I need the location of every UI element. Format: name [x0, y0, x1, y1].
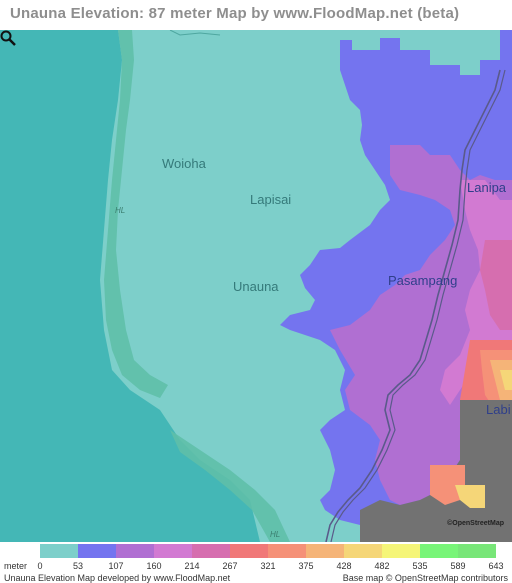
legend-swatch	[230, 544, 268, 558]
magnifier-icon[interactable]	[0, 30, 16, 46]
legend-tick: 589	[450, 561, 466, 571]
legend-swatch	[306, 544, 344, 558]
legend-unit: meter	[4, 561, 28, 571]
legend-tick: 321	[260, 561, 276, 571]
place-label-lapisai: Lapisai	[250, 192, 292, 207]
legend-tick: 107	[108, 561, 124, 571]
title-bar: Unauna Elevation: 87 meter Map by www.Fl…	[0, 0, 512, 30]
place-label-lanipa: Lanipa	[467, 180, 507, 195]
legend-tick: 53	[72, 561, 84, 571]
elevation-legend: meter 0 53 107 160 214 267 321 375 428 482 535 589 6…	[0, 542, 512, 583]
legend-swatch	[116, 544, 154, 558]
legend-tick: 214	[184, 561, 200, 571]
road-label: HL	[115, 206, 126, 215]
road-label: HL	[270, 530, 281, 539]
legend-swatch	[420, 544, 458, 558]
legend-swatch	[458, 544, 496, 558]
place-label-unauna: Unauna	[233, 279, 279, 294]
legend-tick: 160	[146, 561, 162, 571]
legend-tick: 428	[336, 561, 352, 571]
legend-tick: 643	[488, 561, 504, 571]
legend-tick: 535	[412, 561, 428, 571]
legend-tick: 482	[374, 561, 390, 571]
elevation-map[interactable]: Woioha Lapisai Unauna Pasampang Lanipa L…	[0, 30, 512, 542]
legend-swatch	[154, 544, 192, 558]
place-label-woioha: Woioha	[162, 156, 206, 171]
legend-swatch	[192, 544, 230, 558]
legend-swatch	[40, 544, 78, 558]
legend-tick: 375	[298, 561, 314, 571]
osm-badge[interactable]: ©OpenStreetMap	[447, 520, 504, 527]
place-label-labi: Labi	[486, 402, 511, 417]
legend-swatch	[344, 544, 382, 558]
place-label-pasampang: Pasampang	[388, 273, 458, 288]
legend-tick: 267	[222, 561, 238, 571]
legend-swatch	[382, 544, 420, 558]
legend-swatch	[268, 544, 306, 558]
page-title: Unauna Elevation: 87 meter Map by www.Fl…	[10, 5, 460, 22]
legend-swatch	[78, 544, 116, 558]
legend-tick: 0	[37, 561, 43, 571]
